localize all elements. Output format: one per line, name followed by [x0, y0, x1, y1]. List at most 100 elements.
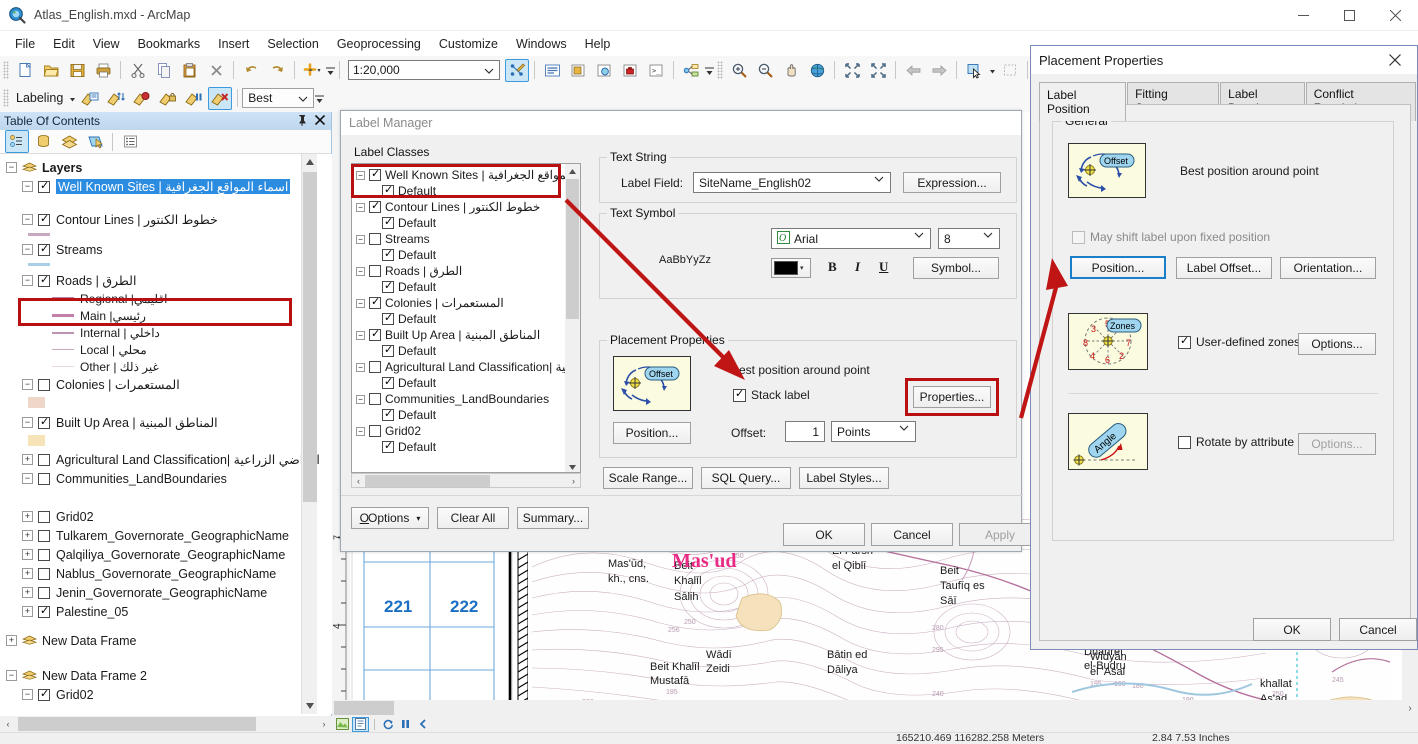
catalog-icon[interactable]	[566, 59, 590, 82]
toc-layer-tulkarem[interactable]: + Tulkarem_Governorate_GeographicName	[0, 526, 332, 545]
redo-icon[interactable]	[265, 59, 289, 82]
toc-data-frame-new[interactable]: + New Data Frame	[0, 631, 332, 650]
options-icon[interactable]	[118, 130, 142, 153]
toc-layer-palestine05[interactable]: + Palestine_05	[0, 602, 332, 621]
print-icon[interactable]	[91, 59, 115, 82]
label-class-checkbox[interactable]	[369, 265, 381, 277]
tools-toolbar-grip[interactable]	[717, 61, 723, 79]
expand-collapse-icon[interactable]: −	[356, 426, 365, 436]
symbol-button[interactable]: Symbol...	[913, 257, 999, 279]
pause-drawing-icon[interactable]	[397, 717, 414, 732]
label-field-combo[interactable]: SiteName_English02	[693, 172, 891, 193]
label-class-row[interactable]: − Built Up Area | المناطق المبنية	[356, 327, 578, 343]
toc-layer-well-known-sites[interactable]: − Well Known Sites | اسماء المواقع الجغر…	[0, 177, 332, 196]
label-class-child-checkbox[interactable]	[382, 215, 394, 229]
view-unplaced-labels-icon[interactable]	[208, 86, 233, 110]
fixed-zoom-out-icon[interactable]	[866, 59, 890, 82]
expand-collapse-icon[interactable]: +	[6, 635, 17, 646]
expand-collapse-icon[interactable]: −	[22, 275, 33, 286]
label-class-checkbox[interactable]	[369, 361, 381, 373]
label-weight-icon[interactable]	[130, 87, 154, 110]
summary-button[interactable]: Summary...	[517, 507, 589, 529]
refresh-icon[interactable]	[379, 717, 396, 732]
label-classes-horizontal-scrollbar[interactable]: ‹ ›	[351, 473, 581, 488]
offset-units-combo[interactable]: Points	[831, 421, 916, 442]
layer-visibility-checkbox[interactable]	[38, 548, 50, 561]
pause-labeling-icon[interactable]	[182, 87, 206, 110]
label-class-child-checkbox[interactable]	[382, 247, 394, 261]
delete-icon[interactable]	[204, 59, 228, 82]
italic-button[interactable]: I	[855, 259, 860, 275]
sql-query-button[interactable]: SQL Query...	[701, 467, 791, 489]
label-class-child-checkbox[interactable]	[382, 375, 394, 389]
toc-layer-grid02[interactable]: + Grid02	[0, 507, 332, 526]
scroll-down-arrow-icon[interactable]	[302, 698, 318, 714]
may-shift-label-checkbox-row[interactable]: May shift label upon fixed position	[1072, 230, 1270, 244]
scroll-up-arrow-icon[interactable]	[565, 164, 580, 178]
scroll-up-arrow-icon[interactable]	[302, 154, 317, 170]
layer-visibility-checkbox[interactable]	[38, 378, 50, 391]
expand-collapse-icon[interactable]: −	[22, 181, 33, 192]
menu-file[interactable]: File	[6, 34, 44, 54]
expand-collapse-icon[interactable]: −	[22, 473, 33, 484]
toc-tree[interactable]: − Layers − Well Known Sites | اسماء المو…	[0, 154, 332, 714]
toolbar-overflow-button[interactable]	[325, 59, 335, 81]
label-classes-vertical-scrollbar[interactable]	[565, 164, 580, 472]
label-class-child-checkbox[interactable]	[382, 343, 394, 357]
expression-button[interactable]: Expression...	[903, 172, 1001, 193]
paste-icon[interactable]	[178, 59, 202, 82]
layer-visibility-checkbox[interactable]	[38, 586, 50, 599]
toc-vertical-scrollbar[interactable]	[301, 154, 317, 714]
zones-placement-thumbnail[interactable]: 5 3 8 7 4 6 2 Zones	[1068, 313, 1148, 370]
user-defined-zones-checkbox[interactable]	[1178, 334, 1191, 349]
label-styles-button[interactable]: Label Styles...	[799, 467, 889, 489]
label-class-child-row[interactable]: Default	[356, 407, 578, 423]
toc-layer-contour-lines[interactable]: − Contour Lines | خطوط الكنتور	[0, 210, 332, 229]
label-class-row[interactable]: − Grid02	[356, 423, 578, 439]
layout-view-icon[interactable]	[334, 717, 351, 732]
tab-label-position[interactable]: Label Position	[1039, 82, 1127, 121]
expand-collapse-icon[interactable]: −	[6, 670, 17, 681]
rotate-by-attribute-checkbox[interactable]	[1178, 435, 1191, 449]
label-manager-icon[interactable]	[78, 87, 102, 110]
offset-placement-thumbnail[interactable]: Offset	[613, 356, 691, 411]
label-class-row[interactable]: − Communities_LandBoundaries	[356, 391, 578, 407]
chevron-down-icon[interactable]: ▾	[800, 264, 804, 272]
expand-collapse-icon[interactable]: +	[22, 606, 33, 617]
label-class-checkbox[interactable]	[369, 327, 381, 341]
label-class-checkbox[interactable]	[369, 425, 381, 437]
labeling-toolbar-grip[interactable]	[3, 89, 9, 107]
label-class-row[interactable]: − Colonies | المستعمرات	[356, 295, 578, 311]
list-by-visibility-icon[interactable]	[57, 130, 81, 153]
rotate-by-attribute-checkbox-row[interactable]: Rotate by attribute	[1178, 435, 1294, 449]
lock-labels-icon[interactable]	[156, 87, 180, 110]
python-window-icon[interactable]: >_	[644, 59, 668, 82]
menu-edit[interactable]: Edit	[44, 34, 84, 54]
toggle-icon[interactable]	[415, 717, 432, 732]
modelbuilder-icon[interactable]	[679, 59, 703, 82]
zoom-in-icon[interactable]	[727, 59, 751, 82]
expand-collapse-icon[interactable]: +	[22, 568, 33, 579]
toc-layer-agricultural-land[interactable]: + Agricultural Land Classification| الار…	[0, 450, 332, 469]
label-class-child-row[interactable]: Default	[356, 215, 578, 231]
label-class-row[interactable]: − Roads | الطرق	[356, 263, 578, 279]
clear-all-button[interactable]: Clear All	[437, 507, 509, 529]
label-class-child-row[interactable]: Default	[356, 439, 578, 455]
placement-cancel-button[interactable]: Cancel	[1339, 618, 1417, 641]
map-scale-combo[interactable]: 1:20,000	[348, 60, 500, 80]
fixed-zoom-in-icon[interactable]	[840, 59, 864, 82]
toc-layer-streams[interactable]: − Streams	[0, 240, 332, 259]
expand-collapse-icon[interactable]: +	[22, 587, 33, 598]
label-class-child-row[interactable]: Default	[356, 247, 578, 263]
zones-options-button[interactable]: Options...	[1298, 333, 1376, 355]
menu-customize[interactable]: Customize	[430, 34, 507, 54]
layer-visibility-checkbox[interactable]	[38, 472, 50, 485]
toc-layer-nablus[interactable]: + Nablus_Governorate_GeographicName	[0, 564, 332, 583]
menu-view[interactable]: View	[84, 34, 129, 54]
undo-icon[interactable]	[239, 59, 263, 82]
options-button[interactable]: O Options ▾	[351, 507, 429, 529]
toc-layer-roads[interactable]: − Roads | الطرق	[0, 271, 332, 290]
toc-layer-qalqiliya[interactable]: + Qalqiliya_Governorate_GeographicName	[0, 545, 332, 564]
labeling-menu-chevron-icon[interactable]	[67, 87, 77, 109]
select-features-icon[interactable]	[962, 59, 986, 82]
